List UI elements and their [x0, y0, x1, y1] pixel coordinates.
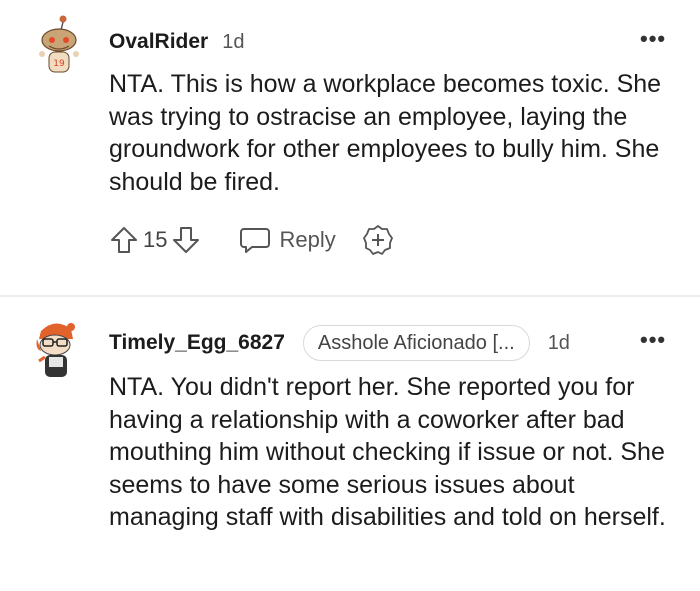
upvote-arrow-icon [111, 227, 137, 253]
downvote-arrow-icon [173, 227, 200, 253]
more-options-button[interactable]: ••• [640, 327, 666, 353]
comment-header: OvalRider 1d [109, 30, 244, 54]
comment-actions: 15 Reply [109, 222, 394, 258]
vote-controls: 15 [109, 225, 201, 255]
timestamp: 1d [547, 331, 570, 354]
reply-button[interactable]: Reply [239, 225, 336, 255]
downvote-button[interactable] [171, 225, 201, 255]
user-avatar[interactable]: 19 [37, 14, 83, 78]
speech-bubble-icon [240, 228, 271, 253]
reply-label: Reply [279, 227, 336, 252]
comment-body: NTA. You didn't report her. She reported… [109, 373, 666, 531]
snoo-avatar-icon: 19 [39, 15, 79, 73]
more-options-button[interactable]: ••• [640, 26, 666, 52]
svg-text:19: 19 [53, 59, 65, 69]
username[interactable]: OvalRider [109, 30, 208, 54]
comment-header: Timely_Egg_6827 Asshole Aficionado [... … [109, 325, 570, 361]
comment-body: NTA. This is how a workplace becomes tox… [109, 70, 662, 196]
snoo-avatar-icon [36, 323, 75, 377]
user-avatar[interactable] [33, 317, 79, 381]
timestamp: 1d [222, 30, 245, 53]
vote-count: 15 [143, 227, 168, 252]
more-horizontal-icon: ••• [640, 26, 667, 51]
award-button[interactable] [362, 224, 394, 256]
user-flair[interactable]: Asshole Aficionado [... [302, 325, 530, 361]
award-plus-icon [362, 225, 393, 255]
upvote-button[interactable] [109, 225, 139, 255]
username[interactable]: Timely_Egg_6827 [109, 331, 285, 355]
comment: 19 OvalRider 1d ••• NTA. This is how a w… [0, 0, 700, 295]
more-horizontal-icon: ••• [640, 327, 667, 352]
